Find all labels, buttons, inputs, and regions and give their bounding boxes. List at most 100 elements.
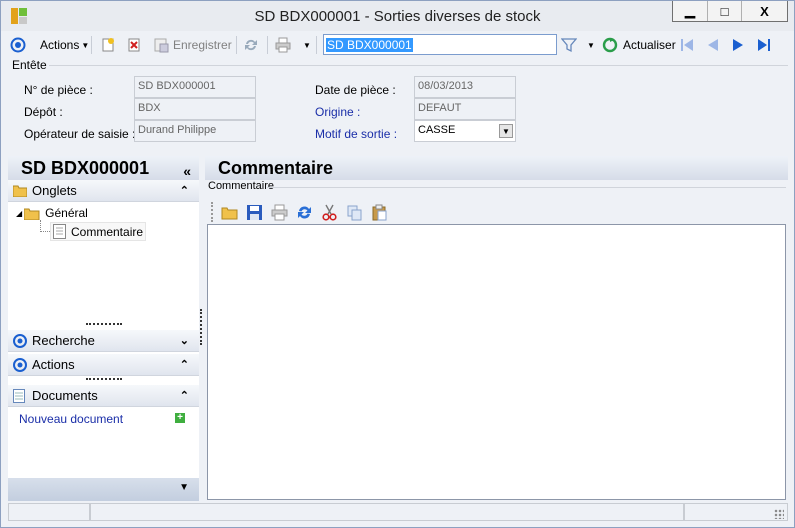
last-record-icon — [758, 39, 770, 51]
copy-icon[interactable] — [346, 204, 363, 221]
actions-menu-icon[interactable] — [10, 35, 26, 55]
collapse-up-icon[interactable]: ⌃ — [180, 385, 189, 407]
date-field: 08/03/2013 — [414, 76, 516, 98]
collapse-up-icon[interactable]: ⌃ — [180, 354, 189, 376]
motif-link[interactable]: Motif de sortie : — [315, 127, 397, 141]
recherche-pane-header[interactable]: Recherche ⌄ — [8, 330, 199, 352]
chevron-down-icon: ▼ — [587, 40, 595, 50]
actions-menu-button[interactable]: Actions ▼ — [40, 35, 89, 55]
pane-resize-grip[interactable] — [86, 323, 122, 326]
filter-button[interactable]: ▼ — [561, 35, 595, 55]
onglets-pane-header[interactable]: Onglets ⌃ — [8, 180, 199, 202]
status-cell — [8, 503, 90, 521]
previous-icon — [708, 39, 718, 51]
actions-menu-label: Actions — [40, 38, 80, 52]
main-window: SD BDX000001 - Sorties diverses de stock… — [0, 0, 795, 528]
search-input[interactable]: SD BDX000001 — [323, 34, 557, 55]
new-button[interactable] — [100, 35, 116, 55]
date-label: Date de pièce : — [315, 83, 396, 97]
filter-icon — [561, 38, 577, 53]
print-button[interactable]: ▼ — [275, 35, 311, 55]
chevron-down-icon[interactable]: ▼ — [179, 482, 189, 493]
search-input-value: SD BDX000001 — [326, 38, 413, 52]
resize-grip[interactable] — [774, 509, 784, 519]
operator-label: Opérateur de saisie : — [24, 127, 136, 141]
close-button[interactable]: X — [741, 1, 787, 21]
document-icon — [13, 389, 25, 403]
target-icon — [13, 334, 27, 348]
actions-pane-header[interactable]: Actions ⌃ — [8, 354, 199, 376]
next-record-button[interactable] — [730, 35, 746, 55]
tree-connector — [40, 220, 50, 232]
recherche-label: Recherche — [32, 333, 95, 348]
tree-item-general-label: Général — [45, 206, 88, 220]
left-panel-title: SD BDX000001 « — [8, 156, 199, 180]
sync-button[interactable] — [243, 35, 259, 55]
first-record-icon — [681, 39, 693, 51]
first-record-button[interactable] — [679, 35, 695, 55]
tree-item-commentaire-label: Commentaire — [71, 224, 144, 239]
expand-down-icon[interactable]: ⌄ — [180, 330, 189, 352]
last-record-button[interactable] — [756, 35, 772, 55]
save-button[interactable]: Enregistrer — [153, 35, 232, 55]
title-bar: SD BDX000001 - Sorties diverses de stock… — [1, 1, 794, 31]
open-folder-icon[interactable] — [221, 204, 238, 221]
printer-icon[interactable] — [271, 204, 288, 221]
delete-icon — [128, 38, 140, 52]
printer-icon — [275, 37, 291, 53]
header-section-label: Entête — [12, 58, 47, 72]
maximize-button[interactable]: □ — [707, 1, 741, 21]
refresh-icon — [602, 37, 618, 53]
pane-resize-grip[interactable] — [86, 378, 122, 381]
status-cell — [684, 503, 788, 521]
collapse-up-icon[interactable]: ⌃ — [180, 180, 189, 202]
refresh-label: Actualiser — [623, 38, 676, 52]
previous-record-button[interactable] — [705, 35, 721, 55]
refresh-button[interactable]: Actualiser — [602, 35, 676, 55]
sync-icon[interactable] — [296, 204, 313, 221]
onglets-label: Onglets — [32, 183, 77, 198]
tree-item-commentaire[interactable]: Commentaire — [50, 222, 147, 241]
tree-item-general[interactable]: ◢ Général — [16, 206, 88, 220]
origin-link[interactable]: Origine : — [315, 105, 360, 119]
toolbar: Actions ▼ Enregistrer ▼ SD BDX000001 ▼ A… — [1, 32, 794, 58]
new-document-icon — [102, 38, 114, 52]
right-panel: Commentaire Commentaire — [205, 156, 788, 501]
save-icon[interactable] — [246, 204, 263, 221]
delete-button[interactable] — [126, 35, 142, 55]
actions-pane-label: Actions — [32, 357, 75, 372]
document-number-title: SD BDX000001 — [21, 158, 150, 178]
folder-icon — [24, 208, 40, 220]
save-label: Enregistrer — [173, 38, 232, 52]
window-controls: ▁ □ X — [672, 1, 788, 22]
chevron-down-icon: ▼ — [303, 40, 311, 50]
folder-icon — [13, 185, 27, 197]
toolbar-separator — [236, 36, 237, 54]
editor-toolbar — [211, 202, 388, 222]
new-document-link[interactable]: Nouveau document — [19, 412, 123, 426]
next-icon — [733, 39, 743, 51]
dropdown-arrow-icon[interactable]: ▼ — [499, 124, 513, 138]
paste-icon[interactable] — [371, 204, 388, 221]
toolbar-separator — [91, 36, 92, 54]
comment-group-divider — [267, 187, 786, 188]
panel-splitter[interactable] — [200, 309, 203, 345]
cut-icon[interactable] — [321, 204, 338, 221]
comment-editor[interactable] — [207, 224, 786, 500]
minimize-button[interactable]: ▁ — [673, 1, 707, 21]
origin-field: DEFAUT — [414, 98, 516, 120]
toolbar-separator — [267, 36, 268, 54]
depot-field: BDX — [134, 98, 256, 120]
target-icon — [13, 358, 27, 372]
save-document-icon — [154, 38, 169, 53]
piece-label: N° de pièce : — [24, 83, 93, 97]
left-panel-footer: ▼ — [8, 478, 199, 501]
right-panel-title: Commentaire — [205, 156, 788, 180]
add-document-icon[interactable]: + — [175, 413, 185, 423]
document-icon — [53, 224, 66, 239]
motif-select[interactable]: CASSE ▼ — [414, 120, 516, 142]
chevron-down-icon: ▼ — [81, 40, 90, 50]
documents-pane-header[interactable]: Documents ⌃ — [8, 385, 199, 407]
tree-expand-icon[interactable]: ◢ — [16, 209, 22, 218]
status-cell — [90, 503, 684, 521]
